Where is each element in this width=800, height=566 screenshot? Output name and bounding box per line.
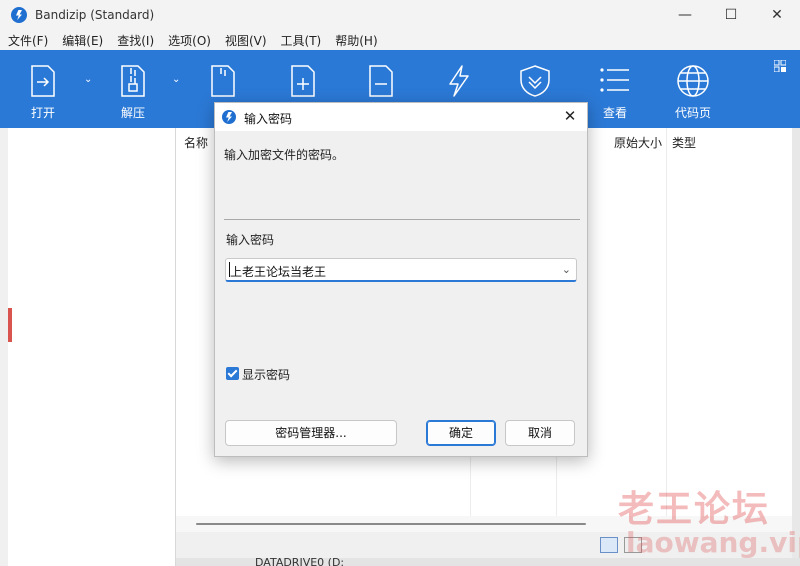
view-button[interactable]: 查看 — [590, 50, 640, 128]
dialog-separator — [224, 219, 580, 220]
extract-icon — [121, 65, 145, 97]
extract-button[interactable]: 解压 — [108, 50, 158, 128]
minimize-button[interactable]: — — [662, 0, 708, 30]
folder-tree-panel[interactable] — [8, 128, 176, 566]
watermark-text: 老王论坛 — [618, 489, 771, 530]
show-password-label[interactable]: 显示密码 — [242, 366, 290, 383]
password-manager-button[interactable]: 密码管理器... — [225, 420, 397, 446]
menu-bar: 文件(F) 编辑(E) 查找(I) 选项(O) 视图(V) 工具(T) 帮助(H… — [0, 30, 800, 50]
tree-selection-marker — [8, 308, 12, 342]
lightning-icon — [449, 65, 469, 97]
show-password-checkbox[interactable] — [226, 367, 239, 380]
ok-button[interactable]: 确定 — [426, 420, 496, 446]
bandizip-app-icon — [11, 7, 27, 23]
drive-label: DATADRIVE0 (D: — [255, 556, 345, 566]
password-field-label: 输入密码 — [226, 233, 275, 247]
codepage-button[interactable]: 代码页 — [666, 50, 720, 128]
column-divider — [666, 128, 667, 532]
open-label: 打开 — [30, 106, 55, 120]
menu-find[interactable]: 查找(I) — [117, 32, 154, 49]
menu-edit[interactable]: 编辑(E) — [62, 32, 103, 49]
globe-icon — [677, 65, 709, 97]
open-dropdown-icon[interactable]: ⌄ — [84, 74, 92, 85]
dialog-title: 输入密码 — [244, 112, 293, 126]
dialog-app-icon — [222, 110, 236, 124]
window-controls: — ☐ ✕ — [662, 0, 800, 30]
left-window-edge — [0, 128, 8, 566]
maximize-button[interactable]: ☐ — [708, 0, 754, 30]
column-original-size[interactable]: 原始大小 — [614, 134, 662, 151]
title-bar: Bandizip (Standard) — ☐ ✕ — [0, 0, 800, 30]
password-value: 上老王论坛当老王 — [230, 265, 327, 279]
menu-options[interactable]: 选项(O) — [168, 32, 211, 49]
cancel-button[interactable]: 取消 — [505, 420, 575, 446]
dialog-message: 输入加密文件的密码。 — [224, 148, 345, 162]
menu-file[interactable]: 文件(F) — [8, 32, 48, 49]
menu-view[interactable]: 视图(V) — [225, 32, 267, 49]
scrollbar-thumb[interactable] — [196, 523, 586, 525]
extract-label: 解压 — [120, 106, 145, 120]
extract-dropdown-icon[interactable]: ⌄ — [172, 74, 180, 85]
view-label: 查看 — [602, 106, 627, 120]
remove-file-icon — [369, 65, 393, 97]
dialog-title-bar: 输入密码 ✕ — [215, 103, 587, 131]
open-icon — [31, 65, 55, 97]
menu-help[interactable]: 帮助(H) — [335, 32, 377, 49]
password-input[interactable]: 上老王论坛当老王 ⌄ — [225, 258, 577, 282]
zip-file-icon — [211, 65, 235, 97]
chevron-down-icon[interactable]: ⌄ — [562, 263, 571, 276]
watermark-url: laowang.vip — [626, 526, 800, 559]
layout-grid-icon[interactable] — [774, 60, 786, 72]
open-button[interactable]: 打开 — [18, 50, 68, 128]
password-dialog: 输入密码 ✕ 输入加密文件的密码。 输入密码 上老王论坛当老王 ⌄ 显示密码 密… — [214, 102, 588, 457]
details-view-icon[interactable] — [600, 537, 618, 553]
close-button[interactable]: ✕ — [754, 0, 800, 30]
column-type[interactable]: 类型 — [672, 134, 696, 151]
add-file-icon — [291, 65, 315, 97]
dialog-message-area: 输入加密文件的密码。 — [215, 131, 587, 219]
dialog-close-icon[interactable]: ✕ — [561, 107, 579, 125]
column-name[interactable]: 名称 — [184, 134, 208, 151]
window-title: Bandizip (Standard) — [35, 8, 155, 22]
right-window-edge — [792, 128, 800, 566]
codepage-label: 代码页 — [674, 106, 711, 120]
shield-icon — [520, 65, 550, 97]
menu-tools[interactable]: 工具(T) — [281, 32, 322, 49]
list-view-icon — [600, 68, 629, 92]
